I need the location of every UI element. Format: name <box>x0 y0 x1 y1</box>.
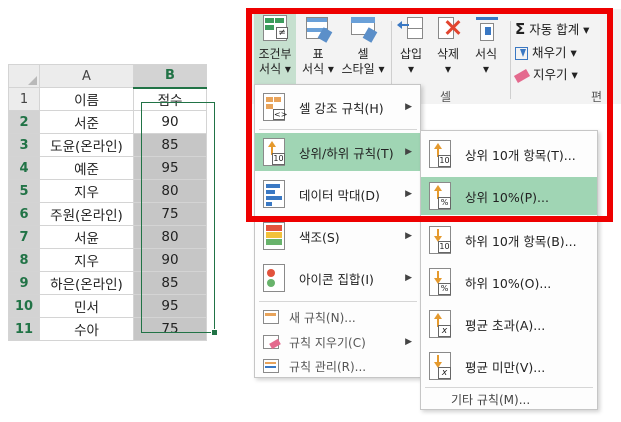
group-label-editing: 편 <box>591 90 603 104</box>
cell-b[interactable]: 95 <box>133 294 207 318</box>
cell-styles-button[interactable]: 셀 스타일 ▾ <box>340 13 386 93</box>
conditional-format-menu: <> 셀 강조 규칙(H) ▶ 10 상위/하위 규칙(T) ▶ 데이터 막대(… <box>254 84 421 378</box>
select-all-corner[interactable] <box>8 64 40 88</box>
row-header[interactable]: 10 <box>8 294 40 318</box>
cell-b-header[interactable]: 점수 <box>133 87 207 111</box>
cell-b[interactable]: 85 <box>133 271 207 295</box>
cell-b[interactable]: 75 <box>133 317 207 341</box>
row-header[interactable]: 5 <box>8 179 40 203</box>
cell-a-header[interactable]: 이름 <box>39 87 134 111</box>
conditional-format-icon: ≠ <box>261 13 289 45</box>
cell-b[interactable]: 95 <box>133 156 207 180</box>
insert-cells-icon <box>397 13 425 45</box>
ribbon-separator <box>510 21 511 99</box>
menu-divider <box>259 301 417 302</box>
menu-item-highlight-rules[interactable]: <> 셀 강조 규칙(H) ▶ <box>255 89 420 125</box>
manage-rules-icon <box>263 359 279 373</box>
menu-item-icon-sets[interactable]: 아이콘 집합(I) ▶ <box>255 259 420 297</box>
delete-cells-button[interactable]: 삭제 ▾ <box>430 13 466 83</box>
row-header[interactable]: 7 <box>8 225 40 249</box>
submenu-arrow-icon: ▶ <box>405 337 412 347</box>
menu-item-top-bottom-rules[interactable]: 10 상위/하위 규칙(T) ▶ <box>255 133 420 171</box>
below-average-icon: x <box>429 352 451 380</box>
submenu-arrow-icon: ▶ <box>405 273 412 283</box>
column-header-a[interactable]: A <box>39 64 134 88</box>
top-bottom-rules-submenu: 10 상위 10개 항목(T)... % 상위 10%(P)... 10 하위 … <box>420 130 598 410</box>
cell-a[interactable]: 도윤(온라인) <box>39 133 134 157</box>
fill-button[interactable]: 채우기 ▾ <box>515 42 577 61</box>
menu-item-color-scales[interactable]: 색조(S) ▶ <box>255 217 420 255</box>
format-as-table-icon <box>304 13 333 45</box>
menu-item-more-rules[interactable]: 기타 규칙(M)... <box>421 389 597 409</box>
cell-a[interactable]: 주원(온라인) <box>39 202 134 226</box>
cell-b-active[interactable]: 90 <box>133 110 207 134</box>
menu-item-bottom-10-items[interactable]: 10 하위 10개 항목(B)... <box>421 221 597 259</box>
cell-a[interactable]: 서준 <box>39 110 134 134</box>
cell-b[interactable]: 75 <box>133 202 207 226</box>
sigma-icon: Σ <box>515 20 526 38</box>
autosum-button[interactable]: Σ 자동 합계 ▾ <box>515 19 589 38</box>
row-header[interactable]: 1 <box>8 87 40 111</box>
cell-b[interactable]: 85 <box>133 133 207 157</box>
row-header[interactable]: 8 <box>8 248 40 272</box>
cell-a[interactable]: 지우 <box>39 179 134 203</box>
top-bottom-rules-icon: 10 <box>263 138 285 166</box>
menu-item-bottom-10-percent[interactable]: % 하위 10%(O)... <box>421 263 597 301</box>
menu-item-manage-rules[interactable]: 규칙 관리(R)... <box>255 355 420 377</box>
data-bars-icon <box>263 180 285 208</box>
bottom-10-items-icon: 10 <box>429 226 451 254</box>
menu-item-above-average[interactable]: x 평균 초과(A)... <box>421 305 597 343</box>
row-header[interactable]: 4 <box>8 156 40 180</box>
format-as-table-button[interactable]: 표 서식 ▾ <box>298 13 338 93</box>
cell-a[interactable]: 예준 <box>39 156 134 180</box>
submenu-arrow-icon: ▶ <box>405 102 412 112</box>
format-cells-button[interactable]: 서식 ▾ <box>468 13 504 83</box>
column-header-b[interactable]: B <box>133 64 207 89</box>
row-header[interactable]: 9 <box>8 271 40 295</box>
row-header[interactable]: 6 <box>8 202 40 226</box>
cell-a[interactable]: 수아 <box>39 317 134 341</box>
cell-b[interactable]: 80 <box>133 225 207 249</box>
menu-item-top-10-items[interactable]: 10 상위 10개 항목(T)... <box>421 135 597 173</box>
cell-b[interactable]: 80 <box>133 179 207 203</box>
icon-sets-icon <box>263 264 285 292</box>
menu-divider <box>259 129 417 130</box>
row-header[interactable]: 11 <box>8 317 40 341</box>
row-header[interactable]: 2 <box>8 110 40 134</box>
eraser-icon <box>513 68 531 83</box>
new-rule-icon <box>263 310 279 324</box>
clear-rules-icon <box>263 335 281 350</box>
submenu-arrow-icon: ▶ <box>405 147 412 157</box>
menu-item-new-rule[interactable]: 새 규칙(N)... <box>255 306 420 328</box>
cell-a[interactable]: 하은(온라인) <box>39 271 134 295</box>
above-average-icon: x <box>429 310 451 338</box>
format-cells-icon <box>472 13 500 45</box>
fill-down-icon <box>515 47 528 60</box>
menu-item-data-bars[interactable]: 데이터 막대(D) ▶ <box>255 175 420 213</box>
spreadsheet: A B 1 이름 점수 2 서준 90 3 도윤(온라인) 85 4 예준 95… <box>8 64 218 341</box>
submenu-arrow-icon: ▶ <box>405 189 412 199</box>
menu-item-clear-rules[interactable]: 규칙 지우기(C) ▶ <box>255 331 420 353</box>
row-header[interactable]: 3 <box>8 133 40 157</box>
delete-cells-icon <box>434 13 462 45</box>
insert-cells-button[interactable]: 삽입 ▾ <box>394 13 428 83</box>
cell-styles-icon <box>349 13 378 45</box>
group-label-cells: 셀 <box>440 90 452 104</box>
menu-divider <box>425 387 593 388</box>
conditional-format-button[interactable]: ≠ 조건부 서식 ▾ <box>254 13 296 93</box>
menu-item-below-average[interactable]: x 평균 미만(V)... <box>421 347 597 385</box>
top-10-items-icon: 10 <box>429 140 451 168</box>
color-scales-icon <box>263 222 285 250</box>
cell-b[interactable]: 90 <box>133 248 207 272</box>
submenu-arrow-icon: ▶ <box>405 231 412 241</box>
top-10-percent-icon: % <box>429 182 451 210</box>
cell-a[interactable]: 지우 <box>39 248 134 272</box>
menu-item-top-10-percent[interactable]: % 상위 10%(P)... <box>421 177 597 215</box>
sheet-grid: A B 1 이름 점수 2 서준 90 3 도윤(온라인) 85 4 예준 95… <box>8 64 207 341</box>
cell-a[interactable]: 서윤 <box>39 225 134 249</box>
clear-button[interactable]: 지우기 ▾ <box>513 64 578 83</box>
highlight-rules-icon: <> <box>263 93 287 121</box>
cell-a[interactable]: 민서 <box>39 294 134 318</box>
bottom-10-percent-icon: % <box>429 268 451 296</box>
